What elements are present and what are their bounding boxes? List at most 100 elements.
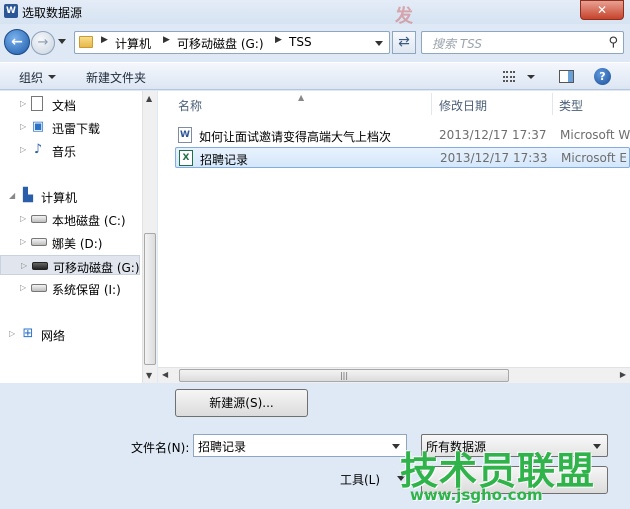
preview-pane-icon[interactable]: [559, 70, 574, 83]
expand-arrow-icon[interactable]: ▷: [20, 145, 26, 154]
document-icon: [31, 96, 43, 111]
word-doc-icon: W: [178, 127, 192, 143]
expand-arrow-icon[interactable]: ▷: [20, 283, 26, 292]
scroll-down-icon[interactable]: ▼: [146, 371, 152, 380]
sidebar-item-drive-g[interactable]: ▷ 可移动磁盘 (G:): [0, 255, 140, 275]
excel-doc-icon: X: [179, 150, 193, 166]
column-header-row: ▲ 名称 修改日期 类型: [158, 91, 630, 117]
column-divider[interactable]: [552, 93, 553, 115]
file-row[interactable]: X 招聘记录 2013/12/17 17:33 Microsoft E: [175, 147, 630, 168]
history-dropdown-icon[interactable]: [58, 39, 66, 44]
tools-button[interactable]: 工具(L): [340, 471, 380, 488]
close-button[interactable]: ✕: [580, 0, 624, 20]
music-icon: ♪: [33, 142, 43, 157]
drive-icon: [31, 238, 47, 246]
file-row[interactable]: W 如何让面试邀请变得高端大气上档次 2013/12/17 17:37 Micr…: [175, 125, 630, 146]
address-bar[interactable]: ▶ 计算机 ▶ 可移动磁盘 (G:) ▶ TSS: [74, 31, 390, 54]
column-name[interactable]: 名称: [178, 97, 202, 114]
scrollbar-thumb[interactable]: [144, 233, 156, 365]
filename-dropdown-icon[interactable]: [392, 444, 400, 449]
expand-arrow-icon[interactable]: ▷: [20, 99, 26, 108]
breadcrumb-tss[interactable]: TSS: [289, 35, 312, 49]
chevron-right-icon[interactable]: ▶: [101, 35, 108, 45]
new-source-button[interactable]: 新建源(S)...: [175, 389, 308, 417]
view-dropdown-icon[interactable]: [527, 75, 535, 79]
sidebar-item-label: 迅雷下载: [52, 122, 101, 136]
organize-button[interactable]: 组织: [19, 69, 43, 86]
folder-icon: [79, 36, 93, 48]
expand-arrow-icon[interactable]: ▷: [20, 237, 26, 246]
breadcrumb-computer[interactable]: 计算机: [115, 35, 151, 52]
sidebar-item-drive-c[interactable]: ▷ 本地磁盘 (C:): [0, 209, 140, 229]
word-app-icon: W: [4, 4, 18, 18]
sidebar-item-label: 音乐: [52, 145, 77, 159]
breadcrumb-removable-disk[interactable]: 可移动磁盘 (G:): [177, 35, 264, 52]
search-icon[interactable]: ⚲: [608, 35, 618, 50]
file-name: 如何让面试邀请变得高端大气上档次: [199, 130, 392, 144]
sidebar-item-label: 本地磁盘 (C:): [52, 214, 126, 228]
column-type[interactable]: 类型: [559, 97, 583, 114]
sidebar-item-drive-d[interactable]: ▷ 娜美 (D:): [0, 232, 140, 252]
computer-icon: ▙: [23, 188, 33, 203]
sidebar-item-computer[interactable]: ◢ ▙ 计算机: [0, 186, 140, 206]
sidebar-item-label: 可移动磁盘 (G:): [53, 261, 140, 275]
forward-button[interactable]: →: [31, 31, 55, 55]
chevron-right-icon[interactable]: ▶: [275, 35, 282, 45]
view-options-icon[interactable]: [503, 71, 515, 82]
file-date: 2013/12/17 17:37: [439, 128, 547, 142]
sidebar-item-drive-i[interactable]: ▷ 系统保留 (I:): [0, 278, 140, 298]
file-type: Microsoft W: [560, 128, 630, 142]
collapse-arrow-icon[interactable]: ◢: [9, 191, 15, 200]
scroll-left-icon[interactable]: ◀: [162, 370, 168, 379]
column-divider[interactable]: [431, 93, 432, 115]
navigation-pane: ▷ 文档 ▷ ▣ 迅雷下载 ▷ ♪ 音乐 ◢ ▙ 计算机 ▷ 本地磁盘 (C:)…: [0, 91, 157, 383]
search-input[interactable]: 搜索 TSS ⚲: [421, 31, 624, 54]
sort-caret-icon: ▲: [298, 93, 305, 102]
sidebar-item-music[interactable]: ▷ ♪ 音乐: [0, 140, 140, 160]
sidebar-item-label: 系统保留 (I:): [52, 283, 121, 297]
sidebar-item-label: 文档: [52, 99, 77, 113]
system-drive-icon: [31, 215, 47, 223]
filename-label: 文件名(N):: [131, 441, 190, 455]
file-date: 2013/12/17 17:33: [440, 151, 548, 165]
usb-drive-icon: [32, 262, 48, 270]
column-date-modified[interactable]: 修改日期: [439, 97, 487, 114]
chevron-right-icon[interactable]: ▶: [163, 35, 170, 45]
sidebar-item-label: 娜美 (D:): [52, 237, 103, 251]
expand-arrow-icon[interactable]: ▷: [21, 261, 27, 270]
scroll-right-icon[interactable]: ▶: [620, 370, 626, 379]
scrollbar-thumb[interactable]: |||: [179, 369, 509, 382]
filename-value: 招聘记录: [198, 440, 247, 454]
watermark-fragment: 发: [395, 6, 413, 27]
refresh-button[interactable]: ⇄: [392, 31, 416, 54]
expand-arrow-icon[interactable]: ▷: [20, 214, 26, 223]
sidebar-item-xunlei[interactable]: ▷ ▣ 迅雷下载: [0, 117, 140, 137]
search-placeholder: 搜索 TSS: [432, 37, 482, 51]
drive-icon: [31, 284, 47, 292]
expand-arrow-icon[interactable]: ▷: [20, 122, 26, 131]
watermark-logo: 技术员联盟 www.jsgho.com: [400, 436, 600, 508]
sidebar-scrollbar[interactable]: ▲ ▼: [142, 91, 157, 383]
download-folder-icon: ▣: [31, 119, 45, 134]
sidebar-item-label: 网络: [41, 329, 66, 343]
file-name: 招聘记录: [200, 153, 249, 167]
filename-input[interactable]: 招聘记录: [193, 434, 407, 457]
scroll-up-icon[interactable]: ▲: [146, 94, 152, 103]
organize-dropdown-icon[interactable]: [48, 75, 56, 79]
expand-arrow-icon[interactable]: ▷: [9, 329, 15, 338]
back-button[interactable]: ←: [4, 29, 30, 55]
sidebar-item-documents[interactable]: ▷ 文档: [0, 94, 140, 114]
file-list-hscrollbar[interactable]: ◀ ||| ▶: [158, 367, 630, 383]
sidebar-item-network[interactable]: ▷ ⊞ 网络: [0, 324, 140, 344]
title-bar: W 选取数据源 发 ✕: [0, 0, 630, 27]
command-toolbar: 组织 新建文件夹 ?: [0, 62, 630, 90]
file-type: Microsoft E: [561, 151, 628, 165]
sidebar-item-label: 计算机: [41, 191, 78, 205]
new-folder-button[interactable]: 新建文件夹: [86, 69, 146, 86]
watermark-url: www.jsgho.com: [410, 486, 543, 504]
file-list-pane: ▲ 名称 修改日期 类型 W 如何让面试邀请变得高端大气上档次 2013/12/…: [158, 91, 630, 383]
help-icon[interactable]: ?: [594, 68, 611, 85]
window-title: 选取数据源: [22, 6, 83, 20]
network-icon: ⊞: [22, 326, 34, 341]
address-dropdown-icon[interactable]: [375, 41, 383, 46]
